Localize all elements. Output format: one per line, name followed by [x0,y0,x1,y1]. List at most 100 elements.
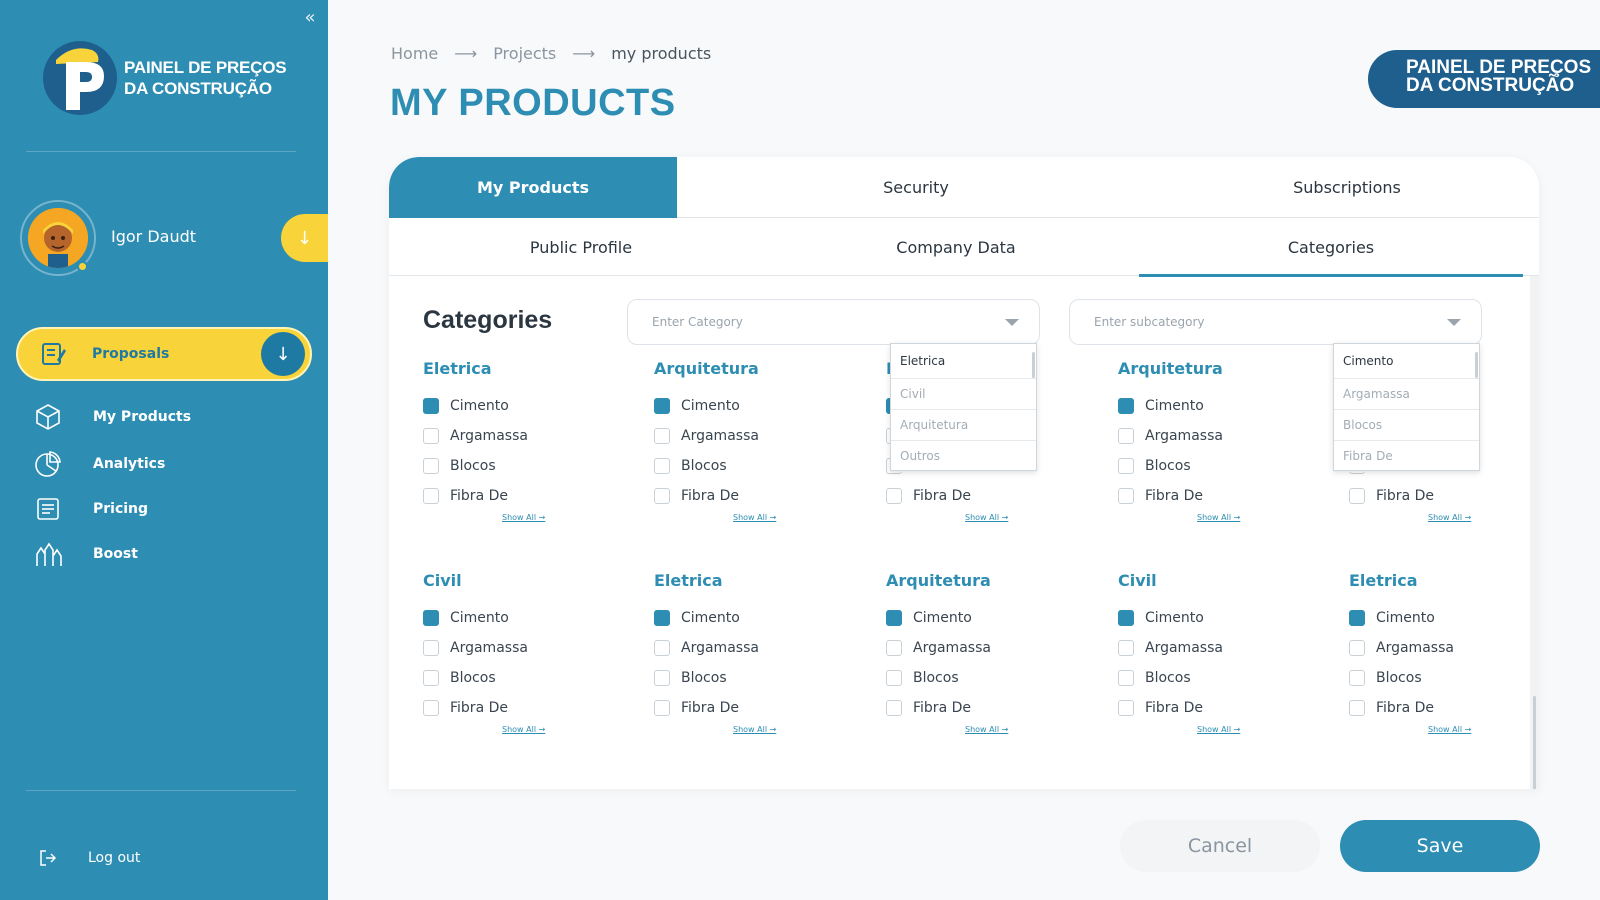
show-all-link[interactable]: Show All → [1428,725,1539,734]
subcategory-checkbox-row[interactable]: Argamassa [1349,633,1539,663]
subcategory-checkbox-row[interactable]: Fibra De [1118,481,1338,511]
checkbox[interactable] [654,640,670,656]
app-logo[interactable]: PAINEL DE PREÇOS DA CONSTRUÇÃO [42,40,287,116]
checkbox[interactable] [654,700,670,716]
subcategory-checkbox-row[interactable]: Fibra De [886,693,1106,723]
checkbox[interactable] [886,640,902,656]
checkbox[interactable] [654,488,670,504]
sidebar-item-boost[interactable]: Boost [34,539,138,569]
dropdown-scrollbar[interactable] [1032,352,1035,378]
tab-subscriptions[interactable]: Subscriptions [1155,157,1539,218]
subcategory-checkbox-row[interactable]: Fibra De [654,693,874,723]
subcategory-checkbox-row[interactable]: Fibra De [1349,693,1539,723]
tab-company-data[interactable]: Company Data [773,218,1139,276]
checkbox[interactable] [886,670,902,686]
subcategory-checkbox-row[interactable]: Fibra De [1349,481,1539,511]
subcategory-checkbox-row[interactable]: Cimento [1118,603,1338,633]
checkbox[interactable] [654,398,670,414]
checkbox[interactable] [423,700,439,716]
subcategory-checkbox-row[interactable]: Fibra De [654,481,874,511]
subcategory-checkbox-row[interactable]: Cimento [886,603,1106,633]
checkbox[interactable] [1118,488,1134,504]
subcategory-checkbox-row[interactable]: Argamassa [423,421,643,451]
subcategory-checkbox-row[interactable]: Argamassa [886,633,1106,663]
show-all-link[interactable]: Show All → [502,725,643,734]
checkbox[interactable] [1118,610,1134,626]
show-all-link[interactable]: Show All → [1197,513,1338,522]
checkbox[interactable] [886,488,902,504]
checkbox[interactable] [423,670,439,686]
subcategory-checkbox-row[interactable]: Argamassa [423,633,643,663]
checkbox[interactable] [1349,700,1365,716]
checkbox[interactable] [1118,640,1134,656]
checkbox[interactable] [1118,458,1134,474]
subcategory-checkbox-row[interactable]: Cimento [1118,391,1338,421]
show-all-link[interactable]: Show All → [733,725,874,734]
breadcrumb-projects[interactable]: Projects [493,44,556,63]
tab-security[interactable]: Security [677,157,1155,218]
checkbox[interactable] [423,398,439,414]
subcategory-checkbox-row[interactable]: Fibra De [423,693,643,723]
show-all-link[interactable]: Show All → [1197,725,1338,734]
subcategory-checkbox-row[interactable]: Cimento [654,603,874,633]
subcategory-checkbox-row[interactable]: Argamassa [654,421,874,451]
checkbox[interactable] [423,488,439,504]
show-all-link[interactable]: Show All → [965,725,1106,734]
sidebar-item-proposals[interactable]: Proposals ↓ [16,327,312,381]
sidebar-item-pricing[interactable]: Pricing [34,494,148,524]
subcategory-checkbox-row[interactable]: Blocos [654,663,874,693]
tab-categories[interactable]: Categories [1139,218,1523,277]
user-menu-toggle[interactable]: ↓ [281,214,328,262]
subcategory-checkbox-row[interactable]: Cimento [423,603,643,633]
dropdown-option[interactable]: Civil [891,379,1036,410]
category-select[interactable]: Enter Category [627,299,1040,345]
arrow-down-icon[interactable]: ↓ [261,332,305,376]
checkbox[interactable] [423,428,439,444]
subcategory-checkbox-row[interactable]: Fibra De [886,481,1106,511]
subcategory-checkbox-row[interactable]: Argamassa [654,633,874,663]
subcategory-checkbox-row[interactable]: Argamassa [1118,633,1338,663]
subcategory-checkbox-row[interactable]: Blocos [423,663,643,693]
breadcrumb-home[interactable]: Home [391,44,438,63]
subcategory-checkbox-row[interactable]: Cimento [654,391,874,421]
checkbox[interactable] [1118,670,1134,686]
save-button[interactable]: Save [1340,820,1540,872]
dropdown-option[interactable]: Arquitetura [891,410,1036,441]
tab-public-profile[interactable]: Public Profile [389,218,773,276]
subcategory-checkbox-row[interactable]: Blocos [423,451,643,481]
subcategory-select[interactable]: Enter subcategory [1069,299,1482,345]
dropdown-option[interactable]: Outros [891,441,1036,472]
tab-my-products[interactable]: My Products [389,157,677,218]
dropdown-option[interactable]: Blocos [1334,410,1479,441]
checkbox[interactable] [654,610,670,626]
cancel-button[interactable]: Cancel [1120,820,1320,872]
subcategory-checkbox-row[interactable]: Blocos [654,451,874,481]
checkbox[interactable] [423,610,439,626]
subcategory-checkbox-row[interactable]: Blocos [886,663,1106,693]
checkbox[interactable] [654,458,670,474]
checkbox[interactable] [886,700,902,716]
logout-button[interactable]: Log out [38,848,140,868]
collapse-sidebar-icon[interactable]: « [298,8,322,28]
checkbox[interactable] [1118,700,1134,716]
checkbox[interactable] [1349,640,1365,656]
checkbox[interactable] [1118,398,1134,414]
sidebar-item-my-products[interactable]: My Products [34,402,191,432]
subcategory-checkbox-row[interactable]: Cimento [423,391,643,421]
subcategory-checkbox-row[interactable]: Fibra De [423,481,643,511]
checkbox[interactable] [886,610,902,626]
subcategory-checkbox-row[interactable]: Blocos [1118,663,1338,693]
checkbox[interactable] [654,428,670,444]
subcategory-checkbox-row[interactable]: Cimento [1349,603,1539,633]
checkbox[interactable] [1349,610,1365,626]
checkbox[interactable] [423,640,439,656]
dropdown-option[interactable]: Eletrica [891,344,1036,379]
dropdown-option[interactable]: Cimento [1334,344,1479,379]
show-all-link[interactable]: Show All → [1428,513,1539,522]
checkbox[interactable] [1349,488,1365,504]
subcategory-checkbox-row[interactable]: Blocos [1118,451,1338,481]
sidebar-item-analytics[interactable]: Analytics [34,449,165,479]
checkbox[interactable] [1118,428,1134,444]
show-all-link[interactable]: Show All → [733,513,874,522]
dropdown-option[interactable]: Fibra De [1334,441,1479,472]
